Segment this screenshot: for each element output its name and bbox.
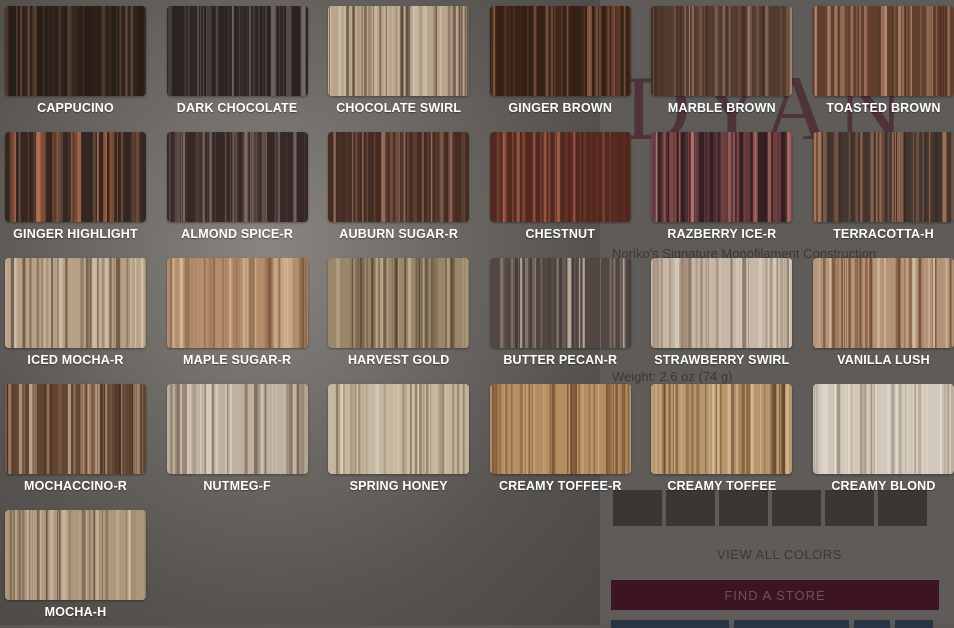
color-swatch-label: MOCHACCINO-R <box>24 479 127 496</box>
hair-color-sample[interactable] <box>490 6 631 96</box>
color-swatch-label: RAZBERRY ICE-R <box>667 227 776 244</box>
hair-color-sample[interactable] <box>5 384 146 474</box>
color-swatch-label: GINGER BROWN <box>508 101 612 118</box>
hair-color-sample[interactable] <box>813 258 954 348</box>
color-swatch-label: CHOCOLATE SWIRL <box>336 101 461 118</box>
color-swatch-label: DARK CHOCOLATE <box>177 101 298 118</box>
hair-color-sample[interactable] <box>490 132 631 222</box>
color-swatch-label: CREAMY TOFFEE <box>667 479 776 496</box>
hair-color-sample[interactable] <box>651 132 792 222</box>
hair-color-sample[interactable] <box>167 384 308 474</box>
hair-color-sample[interactable] <box>490 258 631 348</box>
color-swatch-grid: CAPPUCINO DARK CHOCOLATE CHOCOLATE SWIRL GI… <box>5 6 949 622</box>
color-swatch-label: VANILLA LUSH <box>837 353 930 370</box>
color-swatch[interactable]: VANILLA LUSH <box>813 258 954 370</box>
hair-color-sample[interactable] <box>813 132 954 222</box>
hair-color-sample[interactable] <box>328 384 469 474</box>
hair-color-sample[interactable] <box>328 132 469 222</box>
color-swatch[interactable]: BUTTER PECAN-R <box>490 258 631 370</box>
hair-color-sample[interactable] <box>651 384 792 474</box>
color-swatch[interactable]: RAZBERRY ICE-R <box>651 132 792 244</box>
color-swatch[interactable]: TERRACOTTA-H <box>813 132 954 244</box>
color-swatch-label: MOCHA-H <box>45 605 107 622</box>
color-swatch-label: ICED MOCHA-R <box>27 353 123 370</box>
color-swatch[interactable]: HARVEST GOLD <box>328 258 469 370</box>
hair-color-sample[interactable] <box>167 132 308 222</box>
color-swatch[interactable]: CHESTNUT <box>490 132 631 244</box>
hair-color-sample[interactable] <box>813 384 954 474</box>
color-swatch[interactable]: CREAMY BLOND <box>813 384 954 496</box>
color-swatch-label: STRAWBERRY SWIRL <box>654 353 789 370</box>
color-swatch[interactable]: MOCHACCINO-R <box>5 384 146 496</box>
color-swatch-label: MAPLE SUGAR-R <box>183 353 291 370</box>
hair-color-sample[interactable] <box>813 6 954 96</box>
color-swatch[interactable]: ICED MOCHA-R <box>5 258 146 370</box>
color-swatch[interactable]: NUTMEG-F <box>167 384 308 496</box>
color-swatch[interactable]: MARBLE BROWN <box>651 6 792 118</box>
color-swatch[interactable]: GINGER BROWN <box>490 6 631 118</box>
color-swatch-label: NUTMEG-F <box>203 479 271 496</box>
color-swatch[interactable]: CHOCOLATE SWIRL <box>328 6 469 118</box>
hair-color-sample[interactable] <box>5 132 146 222</box>
color-swatch-label: CREAMY TOFFEE-R <box>499 479 622 496</box>
color-swatch-label: TERRACOTTA-H <box>833 227 934 244</box>
color-swatch-label: CREAMY BLOND <box>831 479 935 496</box>
hair-color-sample[interactable] <box>167 6 308 96</box>
hair-color-sample[interactable] <box>5 6 146 96</box>
color-swatch-label: TOASTED BROWN <box>826 101 940 118</box>
hair-color-sample[interactable] <box>5 510 146 600</box>
color-swatch[interactable]: SPRING HONEY <box>328 384 469 496</box>
color-swatch[interactable]: MOCHA-H <box>5 510 146 622</box>
hair-color-sample[interactable] <box>328 258 469 348</box>
color-swatch[interactable]: MAPLE SUGAR-R <box>167 258 308 370</box>
color-swatch[interactable]: CAPPUCINO <box>5 6 146 118</box>
hair-color-sample[interactable] <box>651 6 792 96</box>
hair-color-sample[interactable] <box>167 258 308 348</box>
color-swatch[interactable]: STRAWBERRY SWIRL <box>651 258 792 370</box>
hair-color-sample[interactable] <box>328 6 469 96</box>
color-swatch-label: ALMOND SPICE-R <box>181 227 293 244</box>
color-swatch[interactable]: ALMOND SPICE-R <box>167 132 308 244</box>
color-swatch[interactable]: AUBURN SUGAR-R <box>328 132 469 244</box>
hair-color-sample[interactable] <box>5 258 146 348</box>
color-swatch-label: HARVEST GOLD <box>348 353 450 370</box>
color-swatch[interactable]: TOASTED BROWN <box>813 6 954 118</box>
color-swatch-label: BUTTER PECAN-R <box>503 353 617 370</box>
color-swatch-label: SPRING HONEY <box>350 479 448 496</box>
color-swatch-label: CAPPUCINO <box>37 101 114 118</box>
hair-color-sample[interactable] <box>651 258 792 348</box>
color-swatch-label: AUBURN SUGAR-R <box>339 227 458 244</box>
color-swatch-label: CHESTNUT <box>525 227 595 244</box>
color-swatch[interactable]: CREAMY TOFFEE <box>651 384 792 496</box>
color-swatch[interactable]: CREAMY TOFFEE-R <box>490 384 631 496</box>
color-swatch[interactable]: DARK CHOCOLATE <box>167 6 308 118</box>
color-swatch-label: MARBLE BROWN <box>668 101 776 118</box>
color-swatch[interactable]: GINGER HIGHLIGHT <box>5 132 146 244</box>
color-swatch-label: GINGER HIGHLIGHT <box>13 227 138 244</box>
hair-color-sample[interactable] <box>490 384 631 474</box>
